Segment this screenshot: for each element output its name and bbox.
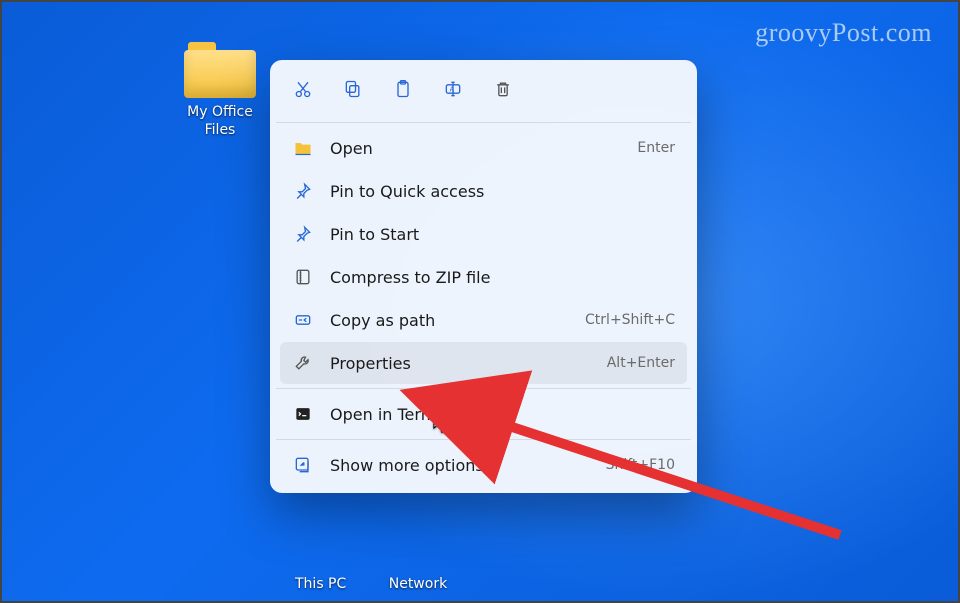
zip-icon <box>290 267 316 287</box>
context-menu: A Open Enter <box>270 60 697 493</box>
context-menu-toprow: A <box>276 68 691 118</box>
more-icon <box>290 455 316 475</box>
menu-item-show-more-options[interactable]: Show more options Shift+F10 <box>280 444 687 486</box>
mouse-cursor <box>433 410 451 434</box>
menu-item-pin-start[interactable]: Pin to Start <box>280 213 687 255</box>
cut-icon <box>293 79 313 103</box>
menu-item-shortcut: Enter <box>637 140 675 156</box>
folder-icon <box>184 42 256 98</box>
menu-item-label: Show more options <box>330 456 606 475</box>
wrench-icon <box>290 353 316 373</box>
menu-item-shortcut: Ctrl+Shift+C <box>585 312 675 328</box>
pin-icon <box>290 181 316 201</box>
menu-item-open[interactable]: Open Enter <box>280 127 687 169</box>
separator <box>276 122 691 123</box>
cut-button[interactable] <box>282 72 324 110</box>
menu-item-shortcut: Alt+Enter <box>607 355 675 371</box>
folder-open-icon <box>290 138 316 158</box>
menu-item-copy-as-path[interactable]: Copy as path Ctrl+Shift+C <box>280 299 687 341</box>
desktop-label-this-pc[interactable]: This PC <box>295 576 346 592</box>
menu-item-compress-zip[interactable]: Compress to ZIP file <box>280 256 687 298</box>
menu-item-label: Copy as path <box>330 311 585 330</box>
desktop-label-network[interactable]: Network <box>389 576 447 592</box>
menu-item-label: Pin to Start <box>330 225 675 244</box>
separator <box>276 388 691 389</box>
menu-item-pin-quick-access[interactable]: Pin to Quick access <box>280 170 687 212</box>
paste-button[interactable] <box>382 72 424 110</box>
delete-icon <box>493 79 513 103</box>
menu-item-label: Compress to ZIP file <box>330 268 675 287</box>
menu-item-shortcut: Shift+F10 <box>606 457 675 473</box>
menu-item-properties[interactable]: Properties Alt+Enter <box>280 342 687 384</box>
watermark: groovyPost.com <box>755 18 932 48</box>
path-icon <box>290 310 316 330</box>
separator <box>276 439 691 440</box>
rename-button[interactable]: A <box>432 72 474 110</box>
pin-icon <box>290 224 316 244</box>
terminal-icon <box>290 404 316 424</box>
delete-button[interactable] <box>482 72 524 110</box>
menu-item-open-terminal[interactable]: Open in Terminal <box>280 393 687 435</box>
copy-button[interactable] <box>332 72 374 110</box>
desktop-folder[interactable]: My Office Files <box>160 42 280 139</box>
desktop-folder-label: My Office Files <box>160 104 280 139</box>
menu-item-label: Open in Terminal <box>330 405 675 424</box>
rename-icon: A <box>443 79 463 103</box>
svg-text:A: A <box>450 86 455 94</box>
menu-item-label: Properties <box>330 354 607 373</box>
menu-item-label: Pin to Quick access <box>330 182 675 201</box>
desktop-under-labels: This PC Network <box>295 576 485 592</box>
menu-item-label: Open <box>330 139 637 158</box>
copy-icon <box>343 79 363 103</box>
paste-icon <box>393 79 413 103</box>
